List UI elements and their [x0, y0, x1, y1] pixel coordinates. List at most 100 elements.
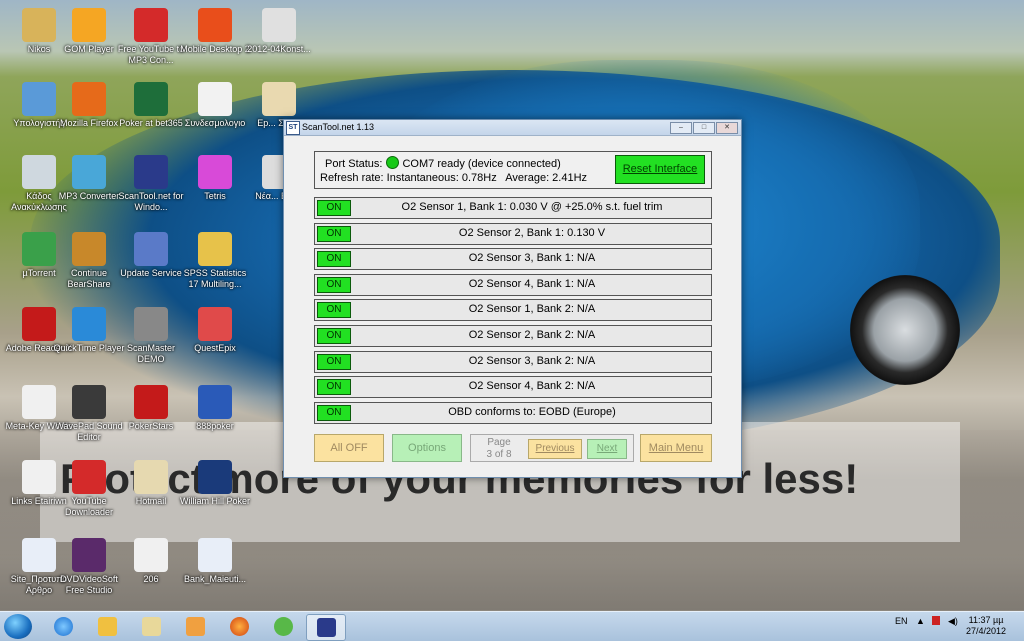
desktop-icon-image [134, 460, 168, 494]
desktop-icon-image [22, 82, 56, 116]
desktop-icon-label: 888poker [196, 421, 234, 431]
sensor-toggle-button[interactable]: ON [317, 353, 351, 370]
window-titlebar[interactable]: ST ScanTool.net 1.13 – □ ✕ [284, 120, 741, 136]
desktop-icon[interactable]: 888poker [178, 385, 252, 432]
sensor-row: ON O2 Sensor 2, Bank 2: N/A [314, 325, 712, 347]
desktop-icon-label: William Hill Poker [179, 496, 250, 506]
main-menu-button[interactable]: Main Menu [640, 434, 712, 462]
network-icon[interactable] [932, 616, 940, 625]
sensor-toggle-button[interactable]: ON [317, 200, 351, 216]
desktop-icon[interactable]: Poker at bet365 [114, 82, 188, 129]
clock-time: 11:37 µµ [968, 615, 1004, 625]
desktop-icon[interactable]: Free YouTube to MP3 Con... [114, 8, 188, 66]
sensor-row: ON O2 Sensor 2, Bank 1: 0.130 V [314, 222, 712, 245]
sensor-reading: O2 Sensor 2, Bank 1: 0.130 V [458, 226, 606, 239]
close-button[interactable]: ✕ [716, 122, 738, 134]
desktop-icon[interactable]: QuestEpix [178, 307, 252, 354]
scantool-icon[interactable] [306, 614, 346, 641]
sensor-reading: O2 Sensor 1, Bank 1: 0.030 V @ +25.0% s.… [401, 201, 663, 213]
desktop-icon[interactable]: Update Service [114, 232, 188, 279]
maximize-button[interactable]: □ [693, 122, 715, 134]
desktop-icon-label: Update Service [120, 268, 182, 278]
desktop-icon[interactable]: SPSS Statistics 17 Multiling... [178, 232, 252, 290]
desktop-icon[interactable]: ScanTool.net for Windo... [114, 155, 188, 213]
desktop-icon-image [262, 82, 296, 116]
firefox-icon[interactable] [220, 614, 258, 639]
desktop-icon-image [198, 538, 232, 572]
desktop-icon-label: Bank_Maieuti... [183, 574, 247, 584]
desktop-icon-image [72, 155, 106, 189]
sensor-toggle-button[interactable]: ON [317, 379, 351, 396]
sensor-reading: OBD conforms to: EOBD (Europe) [448, 405, 616, 418]
desktop-icon-image [72, 385, 106, 419]
tray-arrow-icon[interactable]: ▲ [916, 616, 925, 626]
ie-icon[interactable] [44, 614, 82, 639]
sensor-reading: O2 Sensor 1, Bank 2: N/A [468, 303, 596, 316]
desktop-icon-image [72, 307, 106, 341]
sensor-toggle-button[interactable]: ON [317, 404, 351, 421]
sensor-toggle-button[interactable]: ON [317, 276, 351, 293]
desktop-icon-label: Poker at bet365 [119, 118, 183, 128]
port-status-label: Port Status: [325, 158, 383, 170]
desktop-icon[interactable]: Hotmail [114, 460, 188, 507]
sensor-toggle-button[interactable]: ON [317, 251, 351, 268]
desktop-icon[interactable]: Mobile Desktop 2 [178, 8, 252, 55]
desktop-icon-image [72, 8, 106, 42]
sensor-row: ON O2 Sensor 3, Bank 1: N/A [314, 248, 712, 271]
sensor-reading: O2 Sensor 4, Bank 2: N/A [468, 380, 596, 393]
volume-icon[interactable]: ◀) [948, 616, 958, 627]
media-player-icon[interactable] [176, 614, 214, 639]
desktop-icon-label: Free YouTube to MP3 Con... [117, 44, 185, 65]
sensor-row: ON OBD conforms to: EOBD (Europe) [314, 401, 712, 424]
reset-interface-button[interactable]: Reset Interface [615, 155, 705, 184]
desktop-icon-image [134, 307, 168, 341]
port-status-value: COM7 ready (device connected) [402, 158, 561, 170]
options-button[interactable]: Options [392, 434, 462, 462]
minimize-button[interactable]: – [670, 122, 692, 134]
desktop-icon-image [134, 385, 168, 419]
desktop-icon[interactable]: 206 [114, 538, 188, 585]
desktop-icon-image [198, 232, 232, 266]
clock[interactable]: 11:37 µµ 27/4/2012 [966, 615, 1006, 637]
sensor-toggle-button[interactable]: ON [317, 302, 351, 319]
desktop-icon-image [198, 8, 232, 42]
desktop-icon-image [198, 307, 232, 341]
desktop-icon[interactable]: Συνδεσμολογιο [178, 82, 252, 129]
explorer-folder-icon[interactable] [88, 614, 126, 639]
status-panel: Port Status: COM7 ready (device connected… [314, 151, 712, 189]
desktop-icon-label: ScanTool.net for Windo... [118, 191, 184, 212]
desktop-icon-image [198, 155, 232, 189]
sensor-reading: O2 Sensor 3, Bank 2: N/A [468, 354, 596, 367]
language-indicator[interactable]: EN [895, 616, 908, 626]
desktop-icon[interactable]: 2012-04Konst... [242, 8, 316, 55]
sensor-reading: O2 Sensor 4, Bank 1: N/A [468, 277, 596, 290]
next-page-button[interactable]: Next [587, 439, 627, 459]
desktop-icon-image [134, 82, 168, 116]
sensor-toggle-button[interactable]: ON [317, 328, 351, 344]
messenger-icon[interactable] [264, 614, 302, 639]
desktop-icon-label: Mobile Desktop 2 [180, 44, 250, 54]
all-off-button[interactable]: All OFF [314, 434, 384, 462]
desktop-icon-label: 206 [143, 574, 159, 584]
previous-page-button[interactable]: Previous [528, 439, 582, 459]
desktop-icon[interactable]: PokerStars [114, 385, 188, 432]
desktop-icon-image [22, 460, 56, 494]
desktop-icon-image [72, 232, 106, 266]
desktop-icon-image [134, 155, 168, 189]
sensor-toggle-button[interactable]: ON [317, 225, 351, 242]
desktop-icon-image [22, 307, 56, 341]
instantaneous-rate: Instantaneous: 0.78Hz [386, 172, 497, 184]
desktop-icon-image [134, 8, 168, 42]
desktop-icon[interactable]: Tetris [178, 155, 252, 202]
desktop-icon[interactable]: Bank_Maieuti... [178, 538, 252, 585]
start-orb-icon[interactable] [4, 614, 32, 639]
desktop-icon-image [72, 82, 106, 116]
desktop-icon-image [22, 8, 56, 42]
desktop-icon[interactable]: William Hill Poker [178, 460, 252, 507]
sensor-row: ON O2 Sensor 3, Bank 2: N/A [314, 350, 712, 373]
scantool-window[interactable]: ST ScanTool.net 1.13 – □ ✕ Port Status: C… [283, 119, 742, 478]
library-icon[interactable] [132, 614, 170, 639]
page-navigator: Page 3 of 8 Previous Next [470, 434, 634, 462]
sensor-row: ON O2 Sensor 1, Bank 1: 0.030 V @ +25.0% … [314, 197, 712, 219]
desktop-icon[interactable]: ScanMaster DEMO [114, 307, 188, 365]
